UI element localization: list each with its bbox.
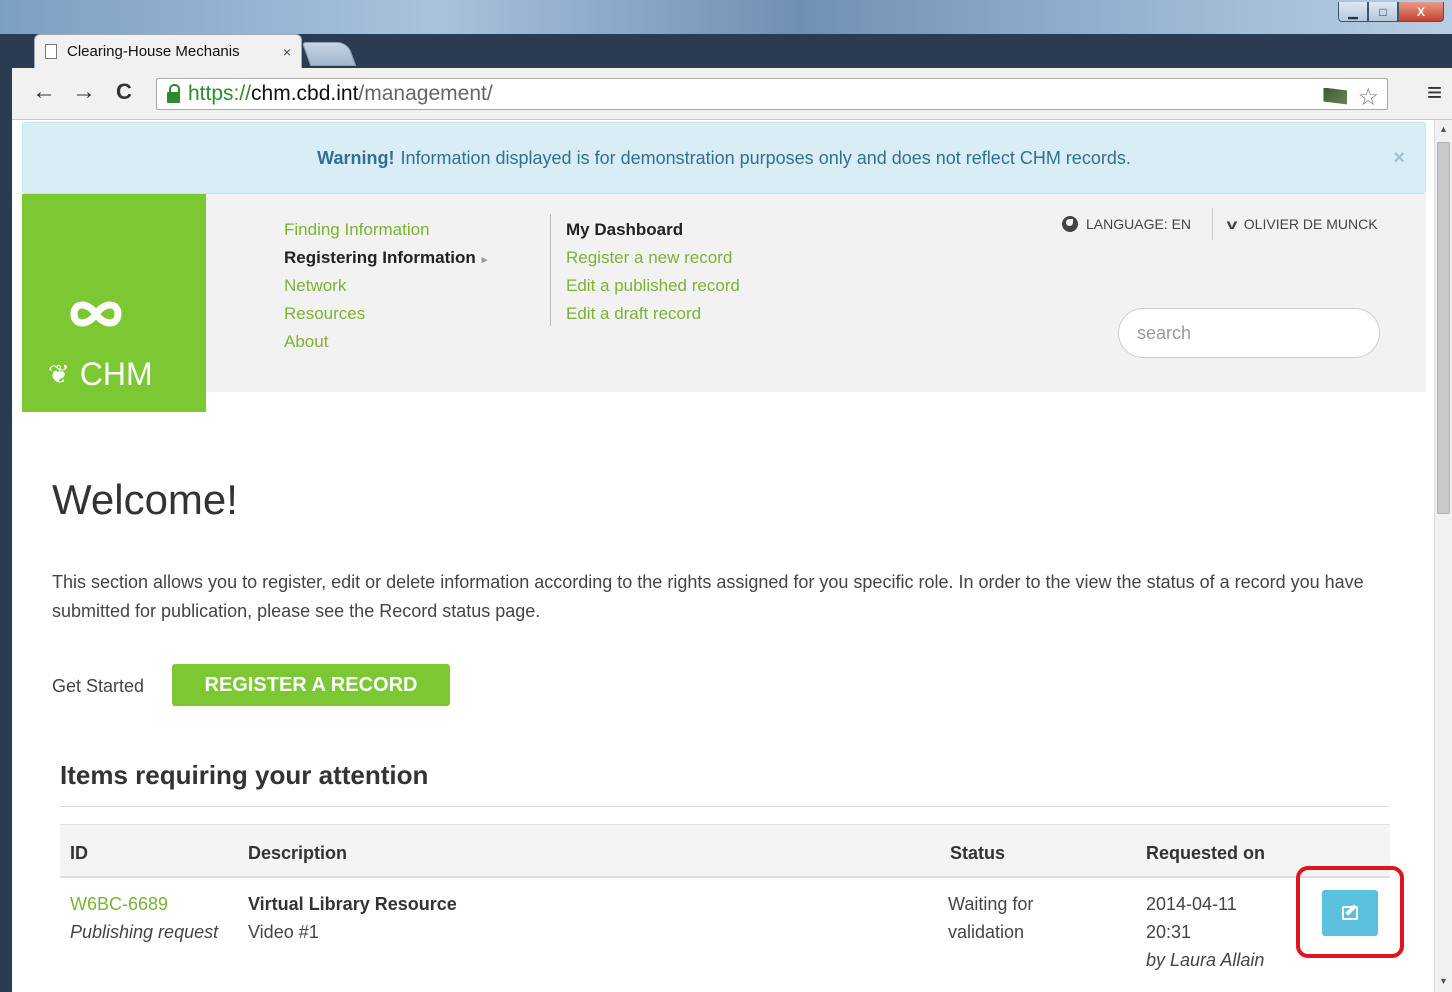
nav-my-dashboard[interactable]: My Dashboard: [566, 216, 740, 244]
close-window-button[interactable]: X: [1398, 2, 1444, 22]
page-scrollbar[interactable]: ▲ ▼: [1434, 120, 1452, 992]
browser-tab[interactable]: Clearing-House Mechanis ×: [34, 34, 302, 68]
header-divider: [1212, 208, 1213, 240]
nav-finding-information[interactable]: Finding Information: [284, 216, 487, 244]
record-description-title: Virtual Library Resource: [248, 894, 457, 914]
page-title: Welcome!: [52, 476, 238, 523]
site-header: ❦ CHM Finding Information Registering In…: [22, 194, 1426, 412]
intro-text: This section allows you to register, edi…: [52, 572, 1364, 621]
chm-logo[interactable]: ❦ CHM: [22, 194, 206, 412]
requested-time: 20:31: [1146, 922, 1192, 942]
nav-edit-published-record[interactable]: Edit a published record: [566, 272, 740, 300]
nav-registering-label: Registering Information: [284, 248, 476, 267]
maximize-button[interactable]: □: [1368, 2, 1398, 22]
nav-network[interactable]: Network: [284, 272, 487, 300]
requested-date: 2014-04-11: [1146, 894, 1237, 914]
browser-menu-icon[interactable]: ≡: [1427, 79, 1442, 105]
tab-title: Clearing-House Mechanis: [67, 43, 240, 60]
search-input[interactable]: [1118, 308, 1380, 358]
record-id-link[interactable]: W6BC-6689: [70, 890, 230, 918]
nav-edit-draft-record[interactable]: Edit a draft record: [566, 300, 740, 328]
section-divider: [60, 806, 1390, 807]
scroll-thumb[interactable]: [1437, 142, 1450, 514]
column-header-id[interactable]: ID: [70, 843, 88, 864]
browser-toolbar: ← → C https:// chm.cbd.int /management/ …: [12, 68, 1452, 120]
alert-strong: Warning!: [317, 147, 395, 168]
bookmark-star-icon[interactable]: ☆: [1357, 83, 1379, 112]
cell-id: W6BC-6689 Publishing request: [70, 890, 230, 946]
nav-about[interactable]: About: [284, 328, 487, 356]
register-record-button[interactable]: REGISTER A RECORD: [172, 664, 450, 706]
user-menu[interactable]: v OLIVIER DE MUNCK: [1226, 216, 1378, 232]
secondary-nav: My Dashboard Register a new record Edit …: [566, 216, 740, 328]
edit-record-button[interactable]: [1322, 890, 1378, 936]
nav-registering-information[interactable]: Registering Information ▸: [284, 244, 487, 272]
column-header-requested-on[interactable]: Requested on: [1146, 843, 1265, 864]
leaf-icon: ❦: [48, 359, 70, 389]
record-description-subtitle: Video #1: [248, 922, 319, 942]
lock-icon: [167, 83, 180, 103]
window-titlebar: ▁ □ X: [0, 0, 1452, 34]
nav-divider: [550, 214, 551, 326]
edit-icon: [1342, 906, 1358, 920]
chevron-down-icon: v: [1226, 216, 1238, 232]
extension-flag-icon[interactable]: [1323, 87, 1348, 105]
scroll-up-arrow[interactable]: ▲: [1439, 124, 1448, 134]
globe-icon: [1062, 216, 1078, 232]
logo-label: ❦ CHM: [48, 356, 153, 393]
cell-requested-on: 2014-04-11 20:31 by Laura Allain: [1146, 890, 1296, 974]
address-bar[interactable]: https:// chm.cbd.int /management/ ☆: [156, 78, 1388, 112]
cell-status: Waiting for validation: [948, 894, 1034, 942]
alert-text: Information displayed is for demonstrati…: [400, 147, 1131, 168]
back-button[interactable]: ←: [32, 80, 56, 104]
minimize-button[interactable]: ▁: [1338, 2, 1368, 22]
url-scheme: https://: [188, 82, 252, 105]
forward-button[interactable]: →: [72, 80, 96, 104]
scroll-down-arrow[interactable]: ▼: [1439, 976, 1448, 986]
cell-description: Virtual Library Resource Video #1: [248, 890, 457, 946]
table-row: W6BC-6689 Publishing request Virtual Lib…: [60, 878, 1390, 992]
column-header-description[interactable]: Description: [248, 843, 347, 864]
window-controls: ▁ □ X: [1338, 2, 1444, 22]
user-name: OLIVIER DE MUNCK: [1243, 216, 1378, 232]
caret-right-icon: ▸: [481, 254, 488, 266]
language-label: LANGUAGE: EN: [1086, 216, 1192, 232]
language-selector[interactable]: LANGUAGE: EN: [1062, 216, 1191, 232]
warning-alert: Warning! Information displayed is for de…: [22, 122, 1426, 194]
url-host: chm.cbd.int: [251, 82, 359, 105]
alert-close-icon[interactable]: ×: [1393, 147, 1405, 170]
tab-close-icon[interactable]: ×: [283, 44, 291, 60]
new-tab-button[interactable]: [301, 42, 357, 66]
column-header-status[interactable]: Status: [950, 843, 1005, 864]
reload-button[interactable]: C: [116, 80, 132, 104]
record-type: Publishing request: [70, 922, 219, 942]
url-path: /management/: [358, 82, 493, 105]
omnibox-actions: ☆: [1323, 83, 1379, 112]
infinity-icon: [70, 301, 122, 327]
section-title: Items requiring your attention: [60, 760, 429, 790]
table-header: ID Description Status Requested on: [60, 824, 1390, 878]
page-icon: [45, 44, 57, 59]
requested-by: by Laura Allain: [1146, 950, 1265, 970]
nav-register-new-record[interactable]: Register a new record: [566, 244, 740, 272]
primary-nav: Finding Information Registering Informat…: [284, 216, 487, 356]
page-viewport: Warning! Information displayed is for de…: [12, 120, 1452, 992]
nav-resources[interactable]: Resources: [284, 300, 487, 328]
logo-text: CHM: [79, 356, 153, 392]
get-started-label: Get Started: [52, 676, 145, 696]
